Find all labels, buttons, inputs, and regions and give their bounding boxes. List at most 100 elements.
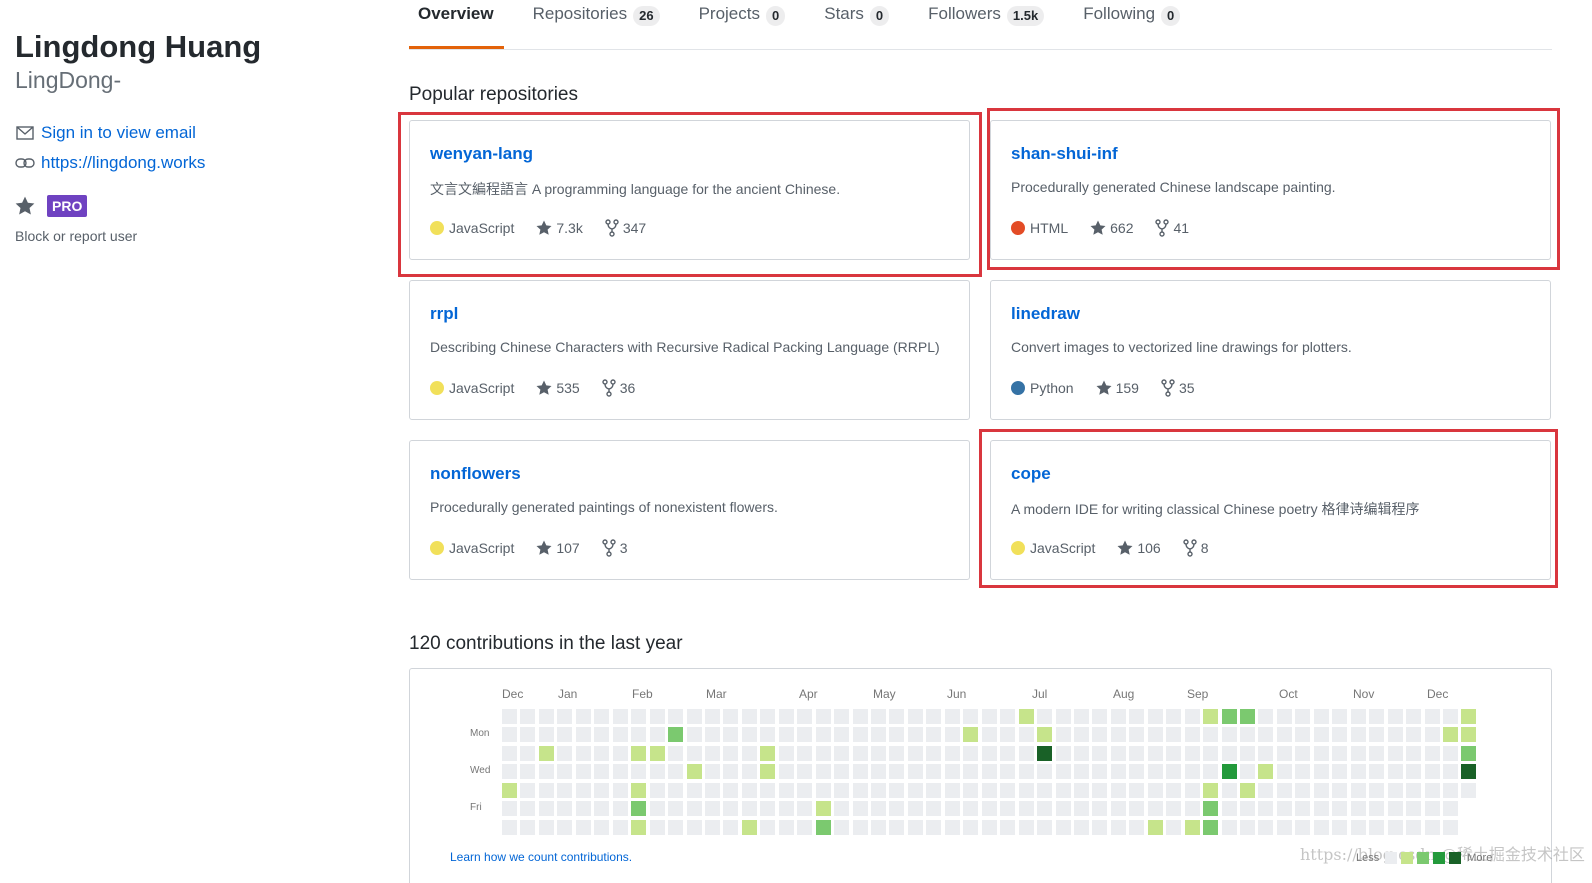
contribution-day[interactable]	[1406, 727, 1422, 743]
contribution-day[interactable]	[1240, 727, 1255, 743]
contribution-day[interactable]	[1313, 709, 1329, 724]
contribution-day[interactable]	[1221, 782, 1237, 798]
contribution-day[interactable]	[1258, 709, 1274, 724]
contribution-day[interactable]	[1018, 819, 1034, 835]
contribution-day[interactable]	[686, 819, 702, 835]
contribution-day[interactable]	[723, 727, 739, 743]
repo-forks[interactable]: 35	[1161, 379, 1195, 397]
contribution-day[interactable]	[1037, 801, 1053, 817]
contribution-day[interactable]	[612, 709, 628, 724]
contribution-day[interactable]	[649, 745, 665, 761]
contribution-day[interactable]	[1369, 727, 1385, 743]
contribution-day[interactable]	[1129, 801, 1145, 817]
contribution-day[interactable]	[1092, 764, 1108, 780]
contribution-day[interactable]	[760, 745, 776, 761]
contribution-day[interactable]	[1018, 801, 1034, 817]
contribution-day[interactable]	[1424, 727, 1440, 743]
contribution-day[interactable]	[1424, 764, 1440, 780]
contribution-day[interactable]	[1073, 819, 1089, 835]
contribution-day[interactable]	[704, 801, 720, 817]
contribution-day[interactable]	[575, 764, 591, 780]
contribution-day[interactable]	[852, 727, 868, 743]
contribution-day[interactable]	[1092, 745, 1108, 761]
contribution-day[interactable]	[557, 709, 573, 724]
repo-name-link[interactable]: linedraw	[1011, 304, 1080, 324]
contribution-day[interactable]	[1442, 727, 1458, 743]
repo-name-link[interactable]: nonflowers	[430, 464, 521, 484]
contribution-day[interactable]	[1332, 745, 1348, 761]
contribution-day[interactable]	[649, 709, 665, 724]
contribution-day[interactable]	[778, 801, 794, 817]
contribution-day[interactable]	[1424, 782, 1440, 798]
contribution-day[interactable]	[1000, 745, 1016, 761]
contribution-day[interactable]	[575, 782, 591, 798]
contribution-day[interactable]	[926, 727, 942, 743]
contribution-day[interactable]	[1406, 819, 1422, 835]
contribution-day[interactable]	[668, 819, 684, 835]
contribution-day[interactable]	[741, 782, 757, 798]
contribution-day[interactable]	[612, 782, 628, 798]
contribution-day[interactable]	[1092, 801, 1108, 817]
contribution-day[interactable]	[778, 745, 794, 761]
contribution-day[interactable]	[575, 727, 591, 743]
contribution-day[interactable]	[557, 745, 573, 761]
contribution-day[interactable]	[1276, 782, 1292, 798]
contribution-day[interactable]	[594, 801, 610, 817]
contribution-day[interactable]	[1258, 745, 1274, 761]
contribution-day[interactable]	[852, 709, 868, 724]
contribution-day[interactable]	[907, 801, 923, 817]
contribution-day[interactable]	[686, 745, 702, 761]
contribution-day[interactable]	[1258, 782, 1274, 798]
contribution-day[interactable]	[1350, 745, 1366, 761]
repo-stars[interactable]: 662	[1090, 220, 1133, 236]
contribution-day[interactable]	[1129, 709, 1145, 724]
contribution-day[interactable]	[557, 819, 573, 835]
contribution-day[interactable]	[963, 709, 979, 724]
contribution-day[interactable]	[1332, 764, 1348, 780]
contribution-day[interactable]	[1461, 782, 1477, 798]
contribution-day[interactable]	[889, 782, 905, 798]
contribution-day[interactable]	[889, 727, 905, 743]
repo-name-link[interactable]: wenyan-lang	[430, 144, 533, 164]
contribution-day[interactable]	[1461, 727, 1477, 743]
contribution-day[interactable]	[668, 782, 684, 798]
contribution-day[interactable]	[1110, 709, 1126, 724]
contribution-day[interactable]	[1166, 782, 1182, 798]
learn-contributions-link[interactable]: Learn how we count contributions.	[450, 850, 632, 864]
contribution-day[interactable]	[1350, 819, 1366, 835]
contribution-day[interactable]	[1240, 709, 1255, 724]
contribution-day[interactable]	[797, 709, 813, 724]
contribution-day[interactable]	[538, 745, 554, 761]
contribution-day[interactable]	[594, 709, 610, 724]
tab-stars[interactable]: Stars 0	[815, 0, 899, 48]
contribution-day[interactable]	[1406, 801, 1422, 817]
contribution-day[interactable]	[612, 819, 628, 835]
contribution-day[interactable]	[852, 745, 868, 761]
contribution-day[interactable]	[668, 709, 684, 724]
contribution-day[interactable]	[723, 782, 739, 798]
contribution-day[interactable]	[1018, 745, 1034, 761]
contribution-day[interactable]	[1110, 764, 1126, 780]
repo-forks[interactable]: 41	[1155, 219, 1189, 237]
contribution-day[interactable]	[1387, 782, 1403, 798]
contribution-day[interactable]	[1461, 709, 1477, 724]
contribution-day[interactable]	[575, 819, 591, 835]
contribution-day[interactable]	[981, 801, 997, 817]
contribution-day[interactable]	[1221, 801, 1237, 817]
contribution-day[interactable]	[944, 727, 960, 743]
contribution-day[interactable]	[1240, 801, 1255, 817]
contribution-day[interactable]	[1203, 764, 1219, 780]
contribution-day[interactable]	[871, 727, 886, 743]
contribution-day[interactable]	[1147, 819, 1163, 835]
contribution-day[interactable]	[889, 764, 905, 780]
contribution-day[interactable]	[1000, 801, 1016, 817]
contribution-day[interactable]	[834, 745, 850, 761]
contribution-day[interactable]	[1387, 745, 1403, 761]
contribution-day[interactable]	[1000, 727, 1016, 743]
contribution-day[interactable]	[520, 764, 536, 780]
contribution-day[interactable]	[1055, 819, 1071, 835]
contribution-day[interactable]	[502, 709, 517, 724]
contribution-day[interactable]	[668, 801, 684, 817]
contribution-day[interactable]	[1276, 745, 1292, 761]
contribution-day[interactable]	[741, 745, 757, 761]
